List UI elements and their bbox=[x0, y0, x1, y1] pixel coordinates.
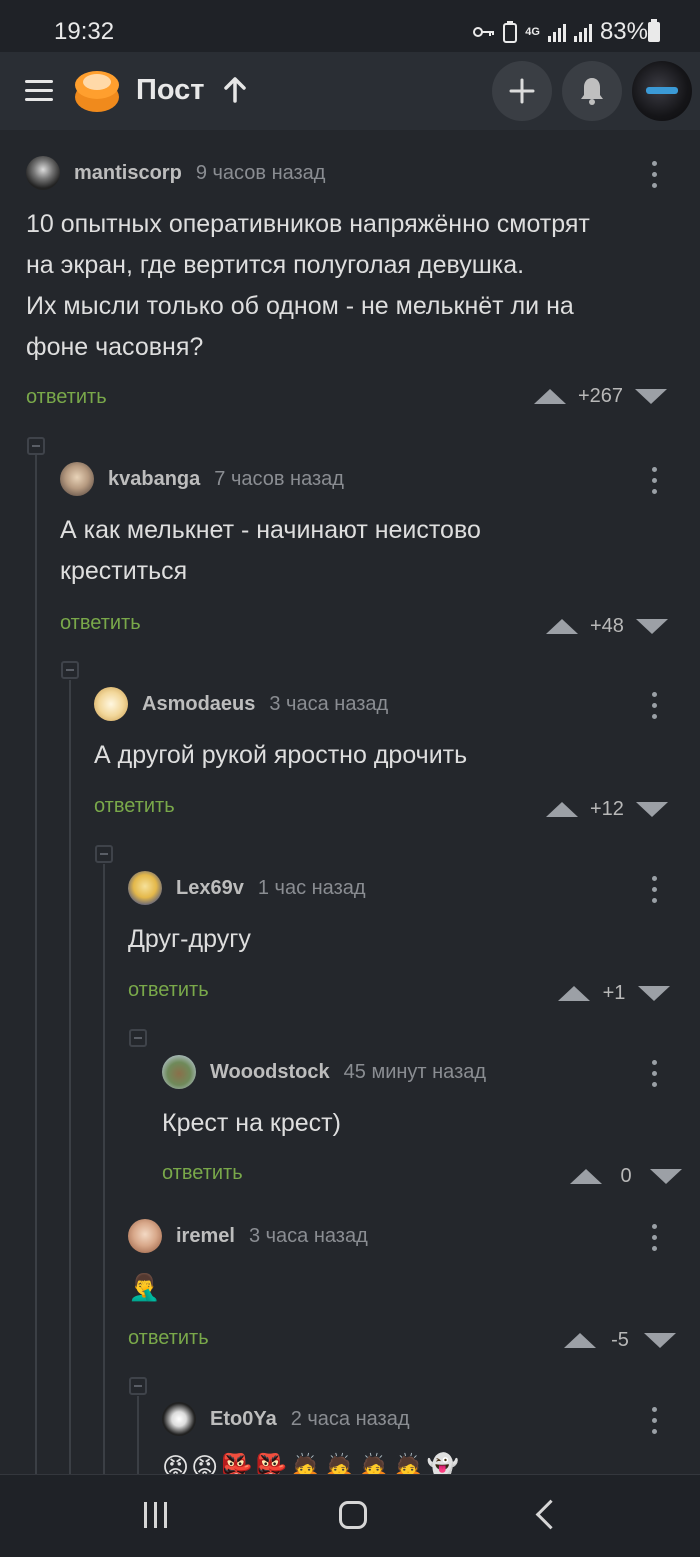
rating: -5 bbox=[611, 1329, 629, 1351]
more-vertical-icon[interactable] bbox=[652, 692, 658, 720]
username[interactable]: kvabanga bbox=[108, 468, 200, 491]
thread-line[interactable] bbox=[69, 680, 71, 1474]
vote-down-icon[interactable] bbox=[635, 389, 668, 404]
more-vertical-icon[interactable] bbox=[652, 1224, 658, 1252]
comment-time: 1 час назад bbox=[257, 876, 366, 899]
home-button[interactable] bbox=[339, 1501, 367, 1529]
comment-time: 45 минут назад bbox=[343, 1060, 487, 1083]
vote-up-icon[interactable] bbox=[546, 619, 578, 634]
vote-down-icon[interactable] bbox=[638, 986, 670, 1001]
rating: +1 bbox=[602, 982, 626, 1004]
comment-time: 2 часа назад bbox=[290, 1407, 410, 1430]
avatar[interactable] bbox=[60, 462, 94, 496]
comment-time: 9 часов назад bbox=[195, 161, 326, 184]
rating: +48 bbox=[590, 615, 624, 637]
collapse-icon[interactable] bbox=[61, 661, 79, 679]
vote-controls: +1 bbox=[558, 982, 670, 1005]
username[interactable]: Asmodaeus bbox=[142, 693, 255, 716]
comment-time: 3 часа назад bbox=[269, 692, 389, 715]
username[interactable]: Lex69v bbox=[176, 877, 244, 900]
vote-up-icon[interactable] bbox=[546, 802, 578, 817]
top-app-bar: Пост bbox=[0, 52, 700, 130]
comment-emoji: 🤦‍♂️ bbox=[128, 1272, 161, 1302]
rating: +12 bbox=[590, 798, 624, 820]
reply-link[interactable]: ответить bbox=[60, 612, 141, 635]
system-nav-bar bbox=[0, 1474, 700, 1557]
collapse-icon[interactable] bbox=[129, 1377, 147, 1395]
battery-percent: 83% bbox=[599, 18, 648, 45]
vote-controls: +12 bbox=[546, 798, 668, 821]
comment-text: А как мелькнет - начинают неистово крест… bbox=[60, 516, 481, 585]
vote-down-icon[interactable] bbox=[635, 619, 668, 634]
vote-controls: +48 bbox=[546, 615, 668, 638]
bell-icon bbox=[581, 78, 603, 105]
vote-down-icon[interactable] bbox=[635, 802, 668, 817]
vote-down-icon[interactable] bbox=[644, 1333, 676, 1348]
more-vertical-icon[interactable] bbox=[652, 1407, 658, 1435]
rating: +267 bbox=[578, 385, 624, 407]
vote-up-icon[interactable] bbox=[534, 389, 566, 404]
thread-line[interactable] bbox=[103, 864, 105, 1474]
comment-text: Крест на крест) bbox=[162, 1109, 341, 1137]
comment-time: 3 часа назад bbox=[248, 1224, 368, 1247]
back-button[interactable] bbox=[535, 1499, 566, 1530]
username[interactable]: Wooodstock bbox=[210, 1061, 330, 1084]
username[interactable]: mantiscorp bbox=[74, 162, 182, 185]
avatar[interactable] bbox=[26, 156, 60, 190]
reply-link[interactable]: ответить bbox=[128, 979, 209, 1002]
comment-emoji: 😡😡👺👺🙇🙇🙇🙇👻 bbox=[162, 1452, 461, 1474]
pikabu-logo[interactable] bbox=[73, 67, 121, 113]
page-title: Пост bbox=[136, 74, 205, 106]
collapse-icon[interactable] bbox=[95, 845, 113, 863]
more-vertical-icon[interactable] bbox=[652, 876, 658, 904]
thread-line[interactable] bbox=[137, 1396, 139, 1474]
notifications-button[interactable] bbox=[562, 61, 622, 121]
status-time: 19:32 bbox=[54, 18, 115, 45]
avatar[interactable] bbox=[162, 1402, 196, 1436]
arrow-up-icon[interactable] bbox=[222, 76, 248, 104]
avatar[interactable] bbox=[128, 1219, 162, 1253]
battery-saver-icon bbox=[503, 21, 518, 43]
signal-icon bbox=[547, 22, 566, 42]
collapse-icon[interactable] bbox=[129, 1029, 147, 1047]
vote-up-icon[interactable] bbox=[564, 1333, 596, 1348]
rating: 0 bbox=[620, 1165, 632, 1187]
comment-text: А другой рукой яростно дрочить bbox=[94, 741, 468, 769]
collapse-icon[interactable] bbox=[27, 437, 45, 455]
thread-line[interactable] bbox=[35, 455, 37, 1474]
status-bar: 19:32 4G 83% bbox=[0, 0, 700, 52]
vote-down-icon[interactable] bbox=[650, 1169, 682, 1184]
more-vertical-icon[interactable] bbox=[652, 1060, 658, 1088]
profile-avatar[interactable] bbox=[632, 61, 692, 121]
reply-link[interactable]: ответить bbox=[94, 795, 175, 818]
comment-text: 10 опытных оперативников напряжённо смот… bbox=[26, 210, 590, 361]
comment-time: 7 часов назад bbox=[214, 467, 344, 490]
avatar[interactable] bbox=[128, 871, 162, 905]
vote-up-icon[interactable] bbox=[570, 1169, 602, 1184]
signal-icon-2 bbox=[573, 22, 592, 42]
username[interactable]: iremel bbox=[176, 1225, 235, 1248]
avatar[interactable] bbox=[94, 687, 128, 721]
vote-up-icon[interactable] bbox=[558, 986, 590, 1001]
vote-controls: -5 bbox=[564, 1329, 676, 1352]
vote-controls: +267 bbox=[534, 385, 668, 408]
vote-controls: 0 bbox=[570, 1165, 682, 1188]
avatar[interactable] bbox=[162, 1055, 196, 1089]
status-icons: 4G 83% bbox=[473, 18, 648, 46]
more-vertical-icon[interactable] bbox=[652, 161, 658, 189]
battery-icon bbox=[648, 19, 660, 42]
add-post-button[interactable] bbox=[492, 61, 552, 121]
recent-apps-button[interactable] bbox=[144, 1502, 167, 1528]
username[interactable]: Eto0Ya bbox=[210, 1408, 277, 1431]
menu-icon[interactable] bbox=[25, 80, 53, 101]
reply-link[interactable]: ответить bbox=[162, 1162, 243, 1185]
reply-link[interactable]: ответить bbox=[128, 1327, 209, 1350]
network-type: 4G bbox=[525, 25, 540, 38]
key-icon bbox=[473, 27, 495, 37]
more-vertical-icon[interactable] bbox=[652, 467, 658, 495]
plus-icon bbox=[509, 78, 535, 104]
reply-link[interactable]: ответить bbox=[26, 386, 107, 409]
comment-text: Друг-другу bbox=[128, 925, 251, 953]
